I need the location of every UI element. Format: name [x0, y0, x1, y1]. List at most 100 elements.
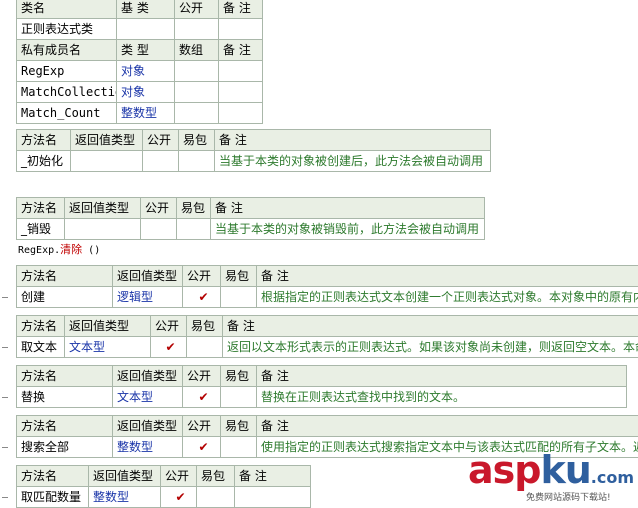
member-array[interactable]	[175, 61, 219, 82]
public-header: 公开	[183, 366, 221, 387]
return-type[interactable]: 整数型	[113, 437, 183, 458]
method-note[interactable]: 返回以文本形式表示的正则表达式。如果该对象尚未创建，则返回空文本。本命令	[223, 337, 638, 358]
logo-suffix: .com	[591, 468, 634, 487]
create-method-table: 方法名 返回值类型 公开 易包 备 注 创建 逻辑型 ✔ 根据指定的正则表达式文…	[16, 265, 638, 308]
note-cell[interactable]	[219, 19, 263, 40]
return-type-header: 返回值类型	[113, 266, 183, 287]
easy-pack-cell[interactable]	[221, 387, 257, 408]
public-check[interactable]: ✔	[161, 487, 197, 508]
easy-pack-cell[interactable]	[179, 151, 215, 172]
method-name-header: 方法名	[17, 266, 113, 287]
return-type[interactable]: 整数型	[89, 487, 161, 508]
public-check[interactable]: ✔	[183, 437, 221, 458]
member-type[interactable]: 对象	[117, 82, 175, 103]
easy-pack-cell[interactable]	[221, 437, 257, 458]
init-method-table: 方法名 返回值类型 公开 易包 备 注 _初始化 当基于本类的对象被创建后，此方…	[16, 129, 491, 172]
return-type[interactable]	[71, 151, 143, 172]
method-header-row: 方法名 返回值类型 公开 易包 备 注	[17, 266, 638, 287]
note-header: 备 注	[219, 0, 263, 19]
base-class-cell[interactable]	[117, 19, 175, 40]
member-array[interactable]	[175, 82, 219, 103]
member-row[interactable]: Match_Count 整数型	[17, 103, 263, 124]
class-name-header: 类名	[17, 0, 117, 19]
return-type[interactable]	[65, 219, 141, 240]
method-note[interactable]: 当基于本类的对象被销毁前，此方法会被自动调用	[211, 219, 485, 240]
public-header: 公开	[151, 316, 187, 337]
method-row[interactable]: 替换 文本型 ✔ 替换在正则表达式查找中找到的文本。	[17, 387, 627, 408]
member-row[interactable]: MatchCollection 对象	[17, 82, 263, 103]
member-type-header: 类 型	[117, 40, 175, 61]
method-header-row: 方法名 返回值类型 公开 易包 备 注	[17, 466, 311, 487]
return-type[interactable]: 逻辑型	[113, 287, 183, 308]
member-name[interactable]: Match_Count	[17, 103, 117, 124]
method-row[interactable]: 创建 逻辑型 ✔ 根据指定的正则表达式文本创建一个正则表达式对象。本对象中的原有…	[17, 287, 638, 308]
base-class-header: 基 类	[117, 0, 175, 19]
public-check[interactable]	[141, 219, 177, 240]
public-header: 公开	[183, 266, 221, 287]
method-name-header: 方法名	[17, 316, 65, 337]
public-cell[interactable]	[175, 19, 219, 40]
method-row[interactable]: 取匹配数量 整数型 ✔	[17, 487, 311, 508]
method-name[interactable]: 替换	[17, 387, 113, 408]
aspku-watermark-logo: aspku.com 免费网站源码下载站!	[468, 450, 638, 507]
row-marker	[2, 297, 8, 298]
match-count-method-table: 方法名 返回值类型 公开 易包 备 注 取匹配数量 整数型 ✔	[16, 465, 311, 508]
method-note[interactable]: 根据指定的正则表达式文本创建一个正则表达式对象。本对象中的原有内容	[257, 287, 638, 308]
public-check[interactable]: ✔	[151, 337, 187, 358]
public-check[interactable]	[143, 151, 179, 172]
public-header: 公开	[143, 130, 179, 151]
easy-pack-cell[interactable]	[177, 219, 211, 240]
easy-pack-cell[interactable]	[187, 337, 223, 358]
method-name[interactable]: 创建	[17, 287, 113, 308]
method-row[interactable]: _销毁 当基于本类的对象被销毁前，此方法会被自动调用	[17, 219, 485, 240]
method-name[interactable]: 搜索全部	[17, 437, 113, 458]
method-row[interactable]: 取文本 文本型 ✔ 返回以文本形式表示的正则表达式。如果该对象尚未创建，则返回空…	[17, 337, 638, 358]
method-name[interactable]: 取匹配数量	[17, 487, 89, 508]
member-row[interactable]: RegExp 对象	[17, 61, 263, 82]
method-note[interactable]	[235, 487, 311, 508]
easy-pack-header: 易包	[221, 366, 257, 387]
member-array[interactable]	[175, 103, 219, 124]
destroy-method-table: 方法名 返回值类型 公开 易包 备 注 _销毁 当基于本类的对象被销毁前，此方法…	[16, 197, 485, 240]
member-note[interactable]	[219, 82, 263, 103]
logo-text-asp: asp	[468, 448, 540, 492]
return-type[interactable]: 文本型	[113, 387, 183, 408]
easy-pack-header: 易包	[177, 198, 211, 219]
method-name[interactable]: _初始化	[17, 151, 71, 172]
row-marker	[2, 497, 8, 498]
class-table: 类名 基 类 公开 备 注 正则表达式类 私有成员名 类 型 数组 备 注 Re…	[16, 0, 263, 124]
member-note[interactable]	[219, 103, 263, 124]
member-type[interactable]: 对象	[117, 61, 175, 82]
easy-pack-header: 易包	[197, 466, 235, 487]
note-header: 备 注	[257, 366, 627, 387]
command-method[interactable]: 清除	[60, 243, 82, 256]
method-note[interactable]: 当基于本类的对象被创建后，此方法会被自动调用	[215, 151, 491, 172]
class-row[interactable]: 正则表达式类	[17, 19, 263, 40]
method-name[interactable]: _销毁	[17, 219, 65, 240]
command-object: RegExp.	[18, 245, 60, 256]
class-name-cell[interactable]: 正则表达式类	[17, 19, 117, 40]
easy-pack-cell[interactable]	[197, 487, 235, 508]
public-header: 公开	[161, 466, 197, 487]
member-type[interactable]: 整数型	[117, 103, 175, 124]
public-check[interactable]: ✔	[183, 287, 221, 308]
array-header: 数组	[175, 40, 219, 61]
member-note[interactable]	[219, 61, 263, 82]
return-type[interactable]: 文本型	[65, 337, 151, 358]
method-row[interactable]: _初始化 当基于本类的对象被创建后，此方法会被自动调用	[17, 151, 491, 172]
member-name[interactable]: RegExp	[17, 61, 117, 82]
method-name-header: 方法名	[17, 466, 89, 487]
logo-text-ku: ku	[540, 448, 590, 492]
method-note[interactable]: 替换在正则表达式查找中找到的文本。	[257, 387, 627, 408]
method-name[interactable]: 取文本	[17, 337, 65, 358]
method-header-row: 方法名 返回值类型 公开 易包 备 注	[17, 130, 491, 151]
get-text-method-table: 方法名 返回值类型 公开 易包 备 注 取文本 文本型 ✔ 返回以文本形式表示的…	[16, 315, 638, 358]
note-header: 备 注	[257, 416, 638, 437]
easy-pack-cell[interactable]	[221, 287, 257, 308]
easy-pack-header: 易包	[179, 130, 215, 151]
replace-method-table: 方法名 返回值类型 公开 易包 备 注 替换 文本型 ✔ 替换在正则表达式查找中…	[16, 365, 627, 408]
public-check[interactable]: ✔	[183, 387, 221, 408]
member-name[interactable]: MatchCollection	[17, 82, 117, 103]
return-type-header: 返回值类型	[71, 130, 143, 151]
command-line[interactable]: RegExp.清除 ()	[18, 241, 100, 257]
